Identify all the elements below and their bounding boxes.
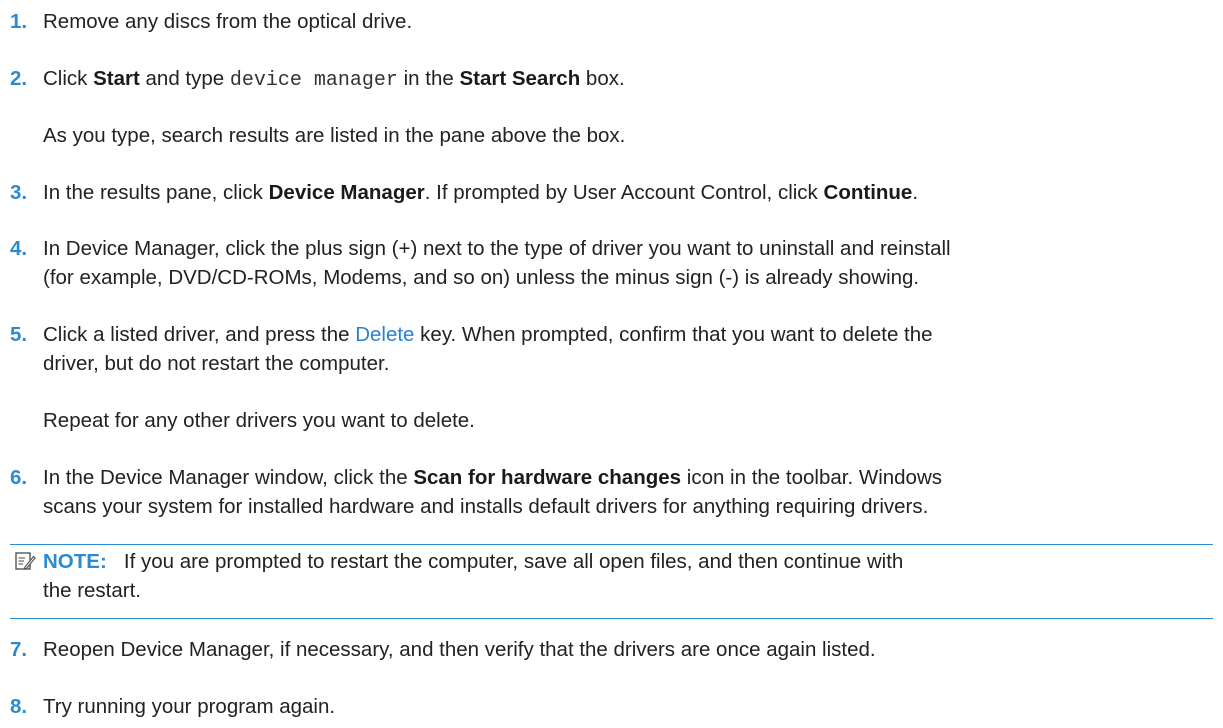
step-8-text: Try running your program again. (43, 695, 336, 718)
step-3-text: In the results pane, click Device Manage… (43, 181, 919, 204)
step-1-number: 1. (10, 10, 28, 33)
start-search-label: Start Search (459, 67, 581, 90)
step-1-text: Remove any discs from the optical drive. (43, 10, 413, 33)
note-icon (15, 552, 36, 570)
step-6-line-1: In the Device Manager window, click the … (43, 466, 943, 489)
step-2-subtext: As you type, search results are listed i… (43, 124, 626, 147)
step-7-text: Reopen Device Manager, if necessary, and… (43, 638, 876, 661)
step-3-number: 3. (10, 181, 28, 204)
note-label: NOTE: (43, 550, 107, 573)
start-label: Start (93, 67, 140, 90)
command-text: device manager (229, 69, 398, 92)
step-7-number: 7. (10, 638, 28, 661)
step-4-line-2: (for example, DVD/CD-ROMs, Modems, and s… (43, 266, 920, 289)
step-8-number: 8. (10, 695, 28, 718)
step-6-number: 6. (10, 466, 28, 489)
note-bottom-rule (10, 618, 1213, 619)
step-4-line-1: In Device Manager, click the plus sign (… (43, 237, 951, 260)
step-5-number: 5. (10, 323, 28, 346)
step-4-number: 4. (10, 237, 28, 260)
step-5-subtext: Repeat for any other drivers you want to… (43, 409, 475, 432)
step-5-line-1: Click a listed driver, and press the Del… (43, 323, 933, 346)
step-5-line-2: driver, but do not restart the computer. (43, 352, 390, 375)
note-line-2: the restart. (43, 579, 141, 602)
step-2-text: Click Start and type device manager in t… (43, 67, 625, 92)
scan-hardware-label: Scan for hardware changes (413, 466, 682, 489)
step-6-line-2: scans your system for installed hardware… (43, 495, 929, 518)
delete-key-link[interactable]: Delete (355, 323, 414, 346)
continue-label: Continue (823, 181, 913, 204)
step-2-number: 2. (10, 67, 28, 90)
note-top-rule (10, 544, 1213, 545)
note-line-1: NOTE: If you are prompted to restart the… (43, 550, 904, 573)
device-manager-label: Device Manager (268, 181, 425, 204)
